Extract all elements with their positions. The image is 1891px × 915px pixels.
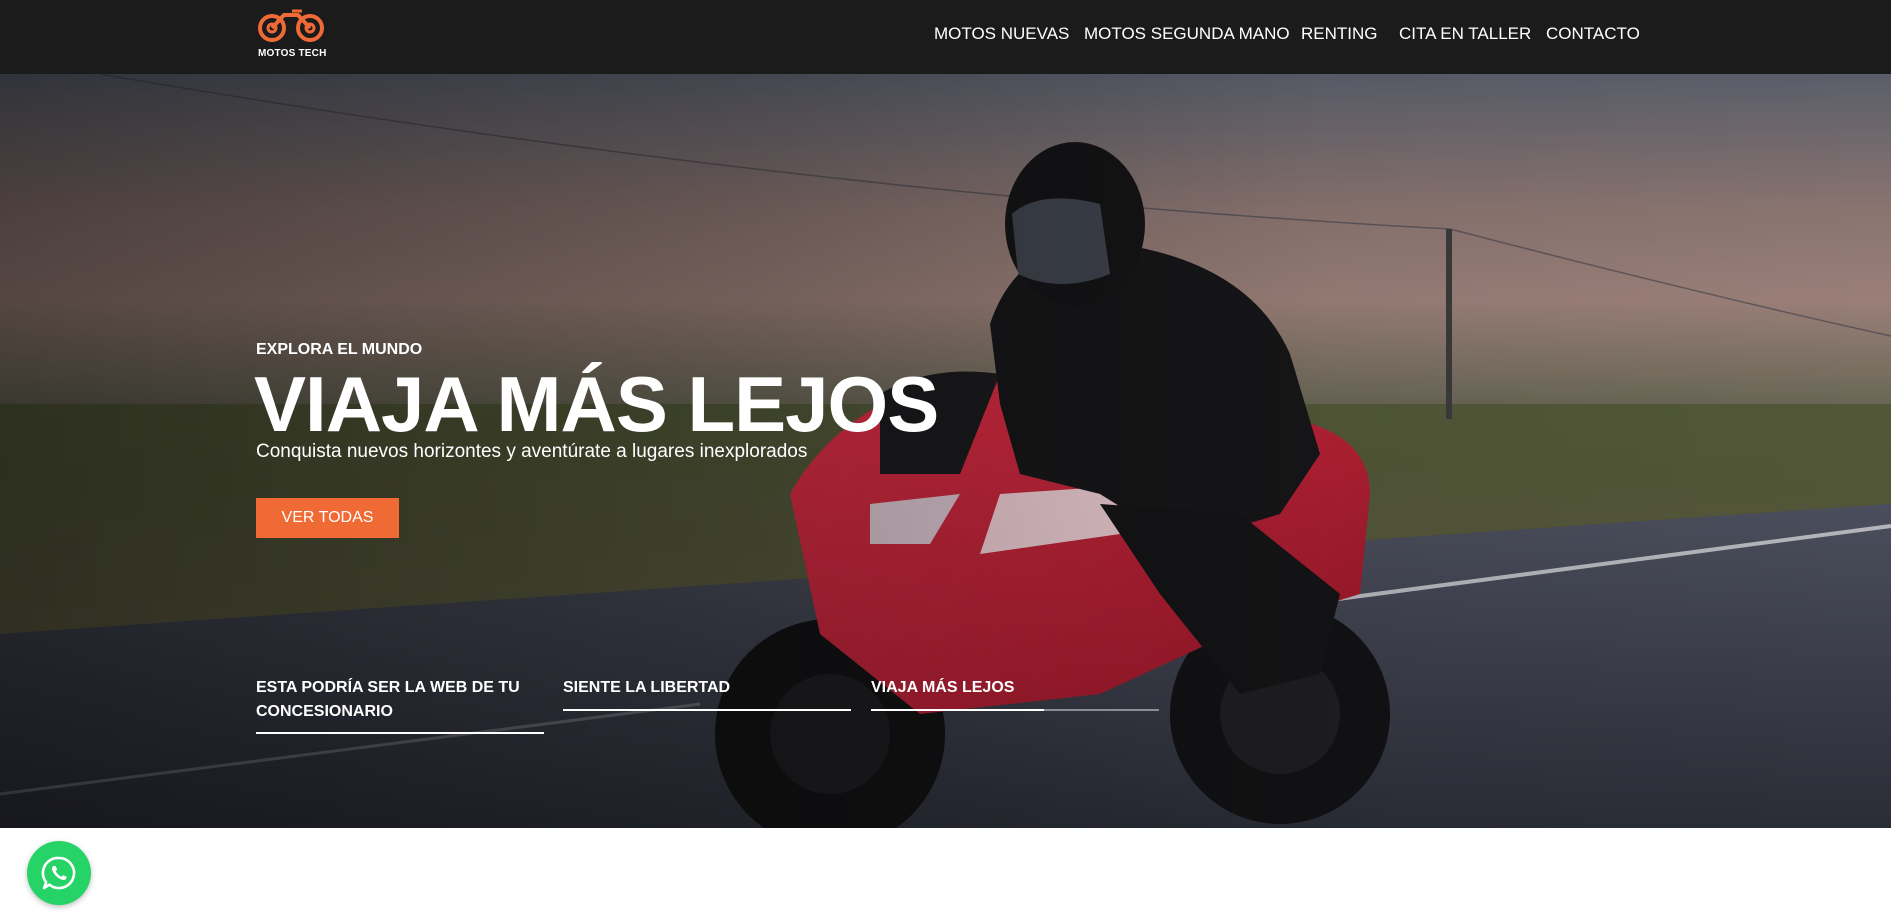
slide-progress-bar [256,732,544,734]
slide-tab-label: SIENTE LA LIBERTAD [563,679,731,696]
slide-tab-label: VIAJA MÁS LEJOS [871,679,1015,696]
site-header: MOTOS TECH MOTOS NUEVAS MOTOS SEGUNDA MA… [0,0,1891,74]
nav-cita-en-taller[interactable]: CITA EN TALLER [1399,24,1531,44]
nav-motos-nuevas[interactable]: MOTOS NUEVAS [934,24,1069,44]
ver-todas-button[interactable]: VER TODAS [256,498,399,538]
hero-title: VIAJA MÁS LEJOS [254,360,939,448]
nav-renting[interactable]: RENTING [1301,24,1378,44]
motorcycle-logo-icon [258,9,324,42]
slide-tab-label: ESTA PODRÍA SER LA WEB DE TU CONCESIONAR… [256,679,520,720]
slide-progress-fill [256,732,544,734]
slide-tab-1[interactable]: ESTA PODRÍA SER LA WEB DE TU CONCESIONAR… [256,676,544,734]
nav-contacto[interactable]: CONTACTO [1546,24,1640,44]
hero-slider: EXPLORA EL MUNDO VIAJA MÁS LEJOS Conquis… [0,74,1891,828]
slide-progress-fill [563,709,851,711]
slide-progress-fill [871,709,1044,711]
hero-subtitle: Conquista nuevos horizontes y aventúrate… [256,441,808,462]
whatsapp-button[interactable] [27,841,91,905]
slide-progress-bar [563,709,851,711]
nav-motos-segunda-mano[interactable]: MOTOS SEGUNDA MANO [1084,24,1290,44]
whatsapp-icon [41,856,76,890]
brand-logo[interactable]: MOTOS TECH [256,7,328,63]
hero-eyebrow: EXPLORA EL MUNDO [256,341,423,358]
brand-name: MOTOS TECH [258,48,327,59]
slide-tab-2[interactable]: SIENTE LA LIBERTAD [563,676,851,711]
slide-progress-bar [871,709,1159,711]
slide-tab-3[interactable]: VIAJA MÁS LEJOS [871,676,1159,711]
